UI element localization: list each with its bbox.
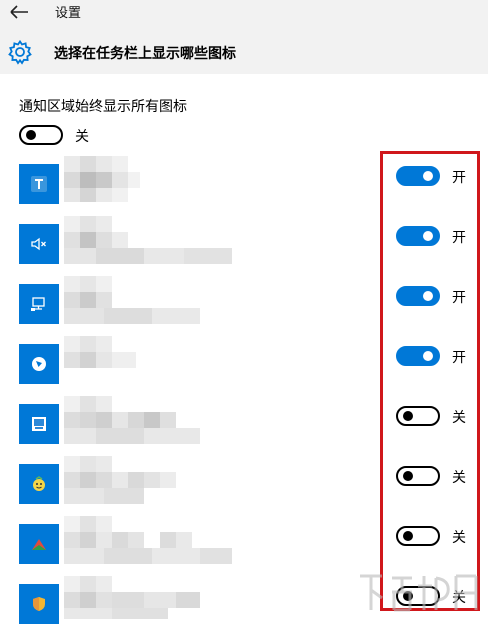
app-name-blurred bbox=[64, 516, 234, 566]
text-t-icon bbox=[19, 164, 59, 204]
app-name-blurred bbox=[64, 396, 204, 446]
back-arrow-icon[interactable] bbox=[8, 3, 30, 21]
app-name-blurred bbox=[64, 336, 154, 386]
app-title: 设置 bbox=[55, 6, 82, 21]
shield-badge-icon bbox=[19, 344, 59, 384]
speaker-mute-icon bbox=[19, 224, 59, 264]
app-name-blurred bbox=[64, 456, 194, 506]
app-name-blurred bbox=[64, 216, 234, 266]
always-show-toggle[interactable] bbox=[19, 125, 63, 145]
network-monitor-icon bbox=[19, 284, 59, 324]
watermark-logo-icon bbox=[360, 574, 478, 612]
monitor-app-icon bbox=[19, 404, 59, 444]
shield-gold-icon bbox=[19, 584, 59, 624]
app-name-blurred bbox=[64, 156, 144, 208]
toggle-column-highlight bbox=[380, 151, 480, 611]
always-show-state: 关 bbox=[75, 129, 89, 145]
gear-icon bbox=[8, 39, 32, 65]
toggle-knob bbox=[26, 130, 36, 140]
app-name-blurred bbox=[64, 576, 214, 619]
title-bar: 设置 bbox=[0, 0, 488, 34]
page-header: 选择在任务栏上显示哪些图标 bbox=[0, 34, 488, 74]
smiley-app-icon bbox=[19, 464, 59, 504]
page-title: 选择在任务栏上显示哪些图标 bbox=[54, 46, 236, 62]
app-name-blurred bbox=[64, 276, 214, 326]
red-arrow-app-icon bbox=[19, 524, 59, 564]
always-show-label: 通知区域始终显示所有图标 bbox=[19, 99, 187, 115]
